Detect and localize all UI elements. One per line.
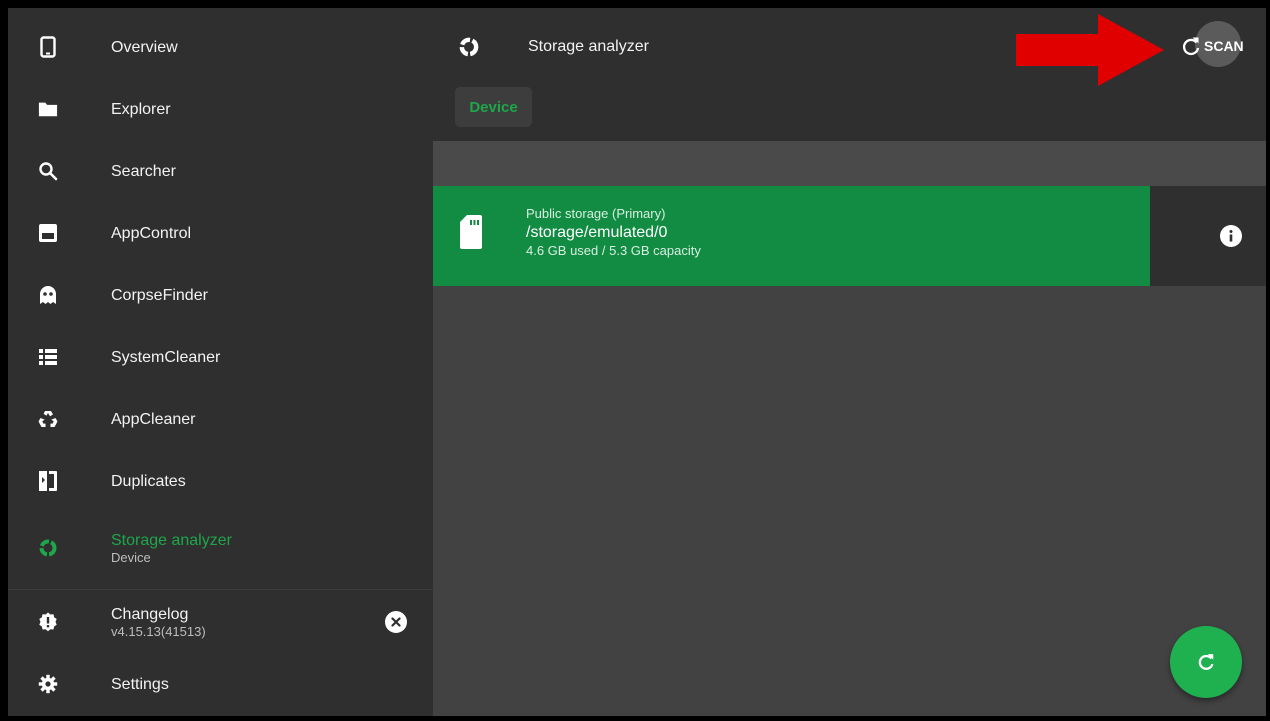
phone-icon	[38, 36, 58, 58]
sidebar-item-label: Duplicates	[111, 472, 186, 490]
storage-usage: 4.6 GB used / 5.3 GB capacity	[526, 243, 701, 258]
duplicates-icon	[38, 471, 58, 491]
sidebar-divider	[8, 589, 433, 590]
tab-device[interactable]: Device	[455, 87, 532, 127]
folder-icon	[38, 99, 58, 119]
info-icon	[1229, 230, 1233, 242]
sidebar-item-corpsefinder[interactable]: CorpseFinder	[8, 264, 433, 326]
info-button[interactable]	[1220, 225, 1242, 247]
sidebar-item-appcleaner[interactable]: AppCleaner	[8, 388, 433, 450]
app-window-icon	[38, 223, 58, 243]
sidebar-item-sublabel: Device	[111, 550, 151, 565]
storage-path: /storage/emulated/0	[526, 224, 668, 241]
recycle-icon	[38, 409, 58, 429]
app-bar: Storage analyzer SCAN Device	[433, 8, 1266, 141]
ghost-icon	[38, 285, 58, 305]
scan-label: SCAN	[1204, 38, 1244, 54]
badge-alert-icon	[38, 612, 58, 632]
sidebar-item-label: Changelog	[111, 606, 189, 623]
sd-card-icon	[459, 214, 483, 250]
breadcrumb-strip	[433, 141, 1266, 186]
dismiss-changelog-button[interactable]	[385, 611, 407, 633]
sidebar-item-explorer[interactable]: Explorer	[8, 78, 433, 140]
storage-card[interactable]: Public storage (Primary) /storage/emulat…	[433, 186, 1150, 286]
main-content: Storage analyzer SCAN Device Public stor…	[433, 8, 1266, 716]
sidebar-item-duplicates[interactable]: Duplicates	[8, 450, 433, 512]
changelog-version: v4.15.13(41513)	[111, 624, 206, 639]
sidebar-item-overview[interactable]: Overview	[8, 16, 433, 78]
gear-icon	[38, 674, 58, 694]
refresh-fab[interactable]	[1170, 626, 1242, 698]
sidebar-item-appcontrol[interactable]: AppControl	[8, 202, 433, 264]
sidebar-item-label: SystemCleaner	[111, 348, 221, 366]
sidebar-item-storage-analyzer[interactable]: Storage analyzer Device	[8, 512, 433, 584]
sidebar-item-changelog[interactable]: Changelog v4.15.13(41513)	[8, 594, 433, 650]
sidebar-item-label: AppControl	[111, 224, 192, 242]
sidebar-item-label: Overview	[111, 38, 178, 56]
sidebar-item-label: Explorer	[111, 100, 171, 118]
navigation-drawer: Overview Explorer Searcher AppControl Co	[8, 8, 433, 716]
sidebar-item-settings[interactable]: Settings	[8, 656, 433, 712]
refresh-icon	[1180, 35, 1202, 57]
storage-analyzer-icon	[38, 538, 58, 558]
sidebar-item-label: Searcher	[111, 162, 176, 180]
scan-button[interactable]: SCAN	[1180, 34, 1244, 58]
sidebar-item-label: Settings	[111, 675, 169, 693]
refresh-icon	[1198, 654, 1214, 670]
app-window: Overview Explorer Searcher AppControl Co	[8, 8, 1266, 716]
storage-analyzer-icon	[458, 36, 480, 58]
sidebar-item-label: Storage analyzer	[111, 532, 232, 549]
storage-list-item: Public storage (Primary) /storage/emulat…	[433, 186, 1266, 286]
sidebar-item-label: AppCleaner	[111, 410, 196, 428]
storage-type: Public storage (Primary)	[526, 206, 666, 221]
close-icon	[391, 617, 401, 627]
sidebar-item-searcher[interactable]: Searcher	[8, 140, 433, 202]
page-title: Storage analyzer	[528, 38, 649, 55]
search-icon	[38, 161, 58, 181]
sidebar-item-systemcleaner[interactable]: SystemCleaner	[8, 326, 433, 388]
annotation-arrow	[1016, 14, 1164, 86]
sidebar-item-label: CorpseFinder	[111, 286, 208, 304]
list-icon	[38, 347, 58, 367]
